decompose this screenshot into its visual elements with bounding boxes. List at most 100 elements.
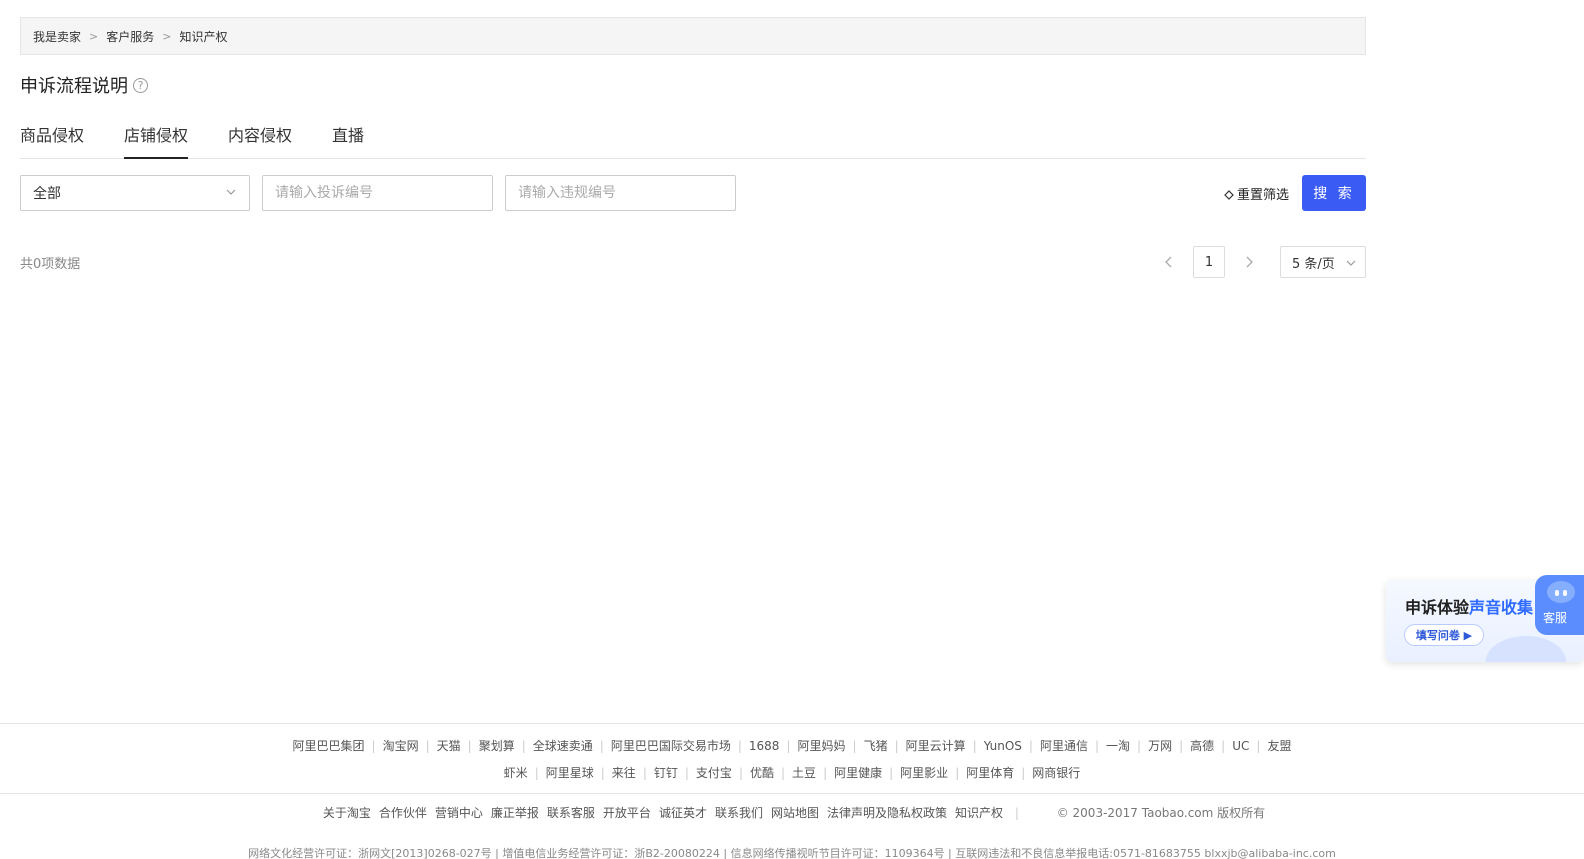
chevron-right-icon[interactable] — [1240, 252, 1258, 272]
footer-separator: | — [371, 739, 376, 753]
footer-separator: | — [534, 766, 539, 780]
tab-product-infringement[interactable]: 商品侵权 — [20, 118, 84, 159]
tab-bar: 商品侵权 店铺侵权 内容侵权 直播 — [20, 118, 1366, 159]
footer-separator: | — [738, 766, 743, 780]
tab-live-stream[interactable]: 直播 — [332, 118, 364, 159]
footer-link[interactable]: 淘宝网 — [383, 739, 419, 753]
chevron-down-icon — [226, 189, 236, 195]
footer-separator: | — [1028, 739, 1033, 753]
help-icon[interactable]: ? — [133, 77, 148, 93]
footer-link[interactable]: 阿里星球 — [546, 766, 594, 780]
footer-divider — [0, 723, 1584, 724]
breadcrumb-separator-icon: > — [162, 29, 172, 43]
footer-separator: | — [467, 739, 472, 753]
footer-link[interactable]: 阿里通信 — [1040, 739, 1088, 753]
footer-link[interactable]: 网商银行 — [1032, 766, 1080, 780]
customer-service-label: 客服 — [1543, 611, 1568, 625]
footer-link[interactable]: 关于淘宝 — [323, 806, 371, 820]
footer-link[interactable]: 阿里云计算 — [906, 739, 966, 753]
footer-link[interactable]: 1688 — [749, 739, 780, 753]
footer-link[interactable]: 虾米 — [504, 766, 528, 780]
type-select-value: 全部 — [33, 186, 61, 202]
footer-link[interactable]: 万网 — [1148, 739, 1172, 753]
robot-eye-icon — [1555, 590, 1559, 596]
footer-separator: | — [737, 739, 742, 753]
footer-separator: | — [684, 766, 689, 780]
fill-survey-button[interactable]: 填写问卷 ▶ — [1404, 624, 1484, 646]
copyright-text: © 2003-2017 Taobao.com 版权所有 — [1056, 806, 1266, 820]
footer-link[interactable]: 联系我们 — [715, 806, 763, 820]
footer-link[interactable]: 支付宝 — [696, 766, 732, 780]
footer-separator: | — [1256, 739, 1261, 753]
footer-link[interactable]: 阿里巴巴集团 — [293, 739, 365, 753]
footer-separator: | — [894, 739, 899, 753]
footer-link[interactable]: 阿里影业 — [900, 766, 948, 780]
footer-link[interactable]: 廉正举报 — [491, 806, 539, 820]
promo-title-prefix: 申诉体验 — [1405, 598, 1470, 617]
complaint-number-input[interactable] — [262, 175, 493, 211]
robot-face-icon — [1547, 581, 1575, 603]
footer-link[interactable]: 一淘 — [1106, 739, 1130, 753]
footer-separator: | — [889, 766, 894, 780]
footer-link[interactable]: UC — [1232, 739, 1249, 753]
violation-number-input[interactable] — [505, 175, 736, 211]
decorative-blob — [1486, 636, 1566, 662]
footer-link[interactable]: 阿里妈妈 — [798, 739, 846, 753]
total-count: 共0项数据 — [20, 257, 81, 272]
footer-link[interactable]: 合作伙伴 — [379, 806, 427, 820]
footer-about-row: 关于淘宝 合作伙伴 营销中心 廉正举报 联系客服 开放平台 诚征英才 联系我们 网站地图 法律声明… — [0, 804, 1584, 821]
footer-link[interactable]: 知识产权 — [955, 806, 1003, 820]
footer-link[interactable]: 优酷 — [750, 766, 774, 780]
reset-filter-label: 重置筛选 — [1237, 188, 1290, 203]
footer-link[interactable]: 天猫 — [437, 739, 461, 753]
chevron-left-icon[interactable] — [1160, 252, 1178, 272]
footer-link[interactable]: 阿里巴巴国际交易市场 — [611, 739, 731, 753]
type-select[interactable]: 全部 — [20, 175, 250, 211]
footer-link[interactable]: 法律声明及隐私权政策 — [827, 806, 947, 820]
page-title: 申诉流程说明 ? — [20, 72, 148, 98]
footer-link[interactable]: 营销中心 — [435, 806, 483, 820]
footer-sites-row-2: 虾米 | 阿里星球 | 来往 | 钉钉 | 支付宝 | 优酷 | 土豆 | 阿里健康 | 阿里影业 | 阿里体育 | 网… — [0, 764, 1584, 781]
footer-link[interactable]: 来往 — [612, 766, 636, 780]
footer-link[interactable]: 诚征英才 — [659, 806, 707, 820]
page-size-value: 5 条/页 — [1292, 256, 1335, 272]
footer-link[interactable]: 阿里体育 — [966, 766, 1014, 780]
footer-link[interactable]: 联系客服 — [547, 806, 595, 820]
footer-link[interactable]: 全球速卖通 — [533, 739, 593, 753]
robot-eye-icon — [1563, 590, 1567, 596]
page-size-select[interactable]: 5 条/页 — [1280, 246, 1366, 278]
footer-separator: | — [425, 739, 430, 753]
footer-separator: | — [1137, 739, 1142, 753]
footer-separator: | — [955, 766, 960, 780]
footer-link[interactable]: 高德 — [1190, 739, 1214, 753]
footer-separator: | — [521, 739, 526, 753]
page-number-button[interactable]: 1 — [1193, 246, 1225, 278]
footer-link[interactable]: 飞猪 — [864, 739, 888, 753]
breadcrumb-item-seller[interactable]: 我是卖家 — [33, 28, 81, 45]
breadcrumb: 我是卖家 > 客户服务 > 知识产权 — [20, 17, 1366, 55]
breadcrumb-item-customer-service[interactable]: 客户服务 — [106, 28, 154, 45]
footer-link[interactable]: 聚划算 — [479, 739, 515, 753]
breadcrumb-separator-icon: > — [89, 29, 99, 43]
license-info: 网络文化经营许可证：浙网文[2013]0268-027号 | 增值电信业务经营许… — [248, 847, 1336, 859]
footer-link[interactable]: 开放平台 — [603, 806, 651, 820]
reset-filter-button[interactable]: 重置筛选 — [1223, 184, 1289, 203]
customer-service-badge[interactable]: 客服 — [1535, 575, 1584, 635]
footer-link[interactable]: 网站地图 — [771, 806, 819, 820]
footer-link[interactable]: 友盟 — [1267, 739, 1291, 753]
footer-separator: | — [823, 766, 828, 780]
footer-link[interactable]: 土豆 — [792, 766, 816, 780]
filter-bar: 全部 重置筛选 搜 索 — [20, 175, 1366, 211]
eraser-icon — [1224, 189, 1234, 200]
footer-link[interactable]: YunOS — [984, 739, 1022, 753]
tab-content-infringement[interactable]: 内容侵权 — [228, 118, 292, 159]
chevron-down-icon — [1346, 260, 1356, 266]
footer-sites-row-1: 阿里巴巴集团 | 淘宝网 | 天猫 | 聚划算 | 全球速卖通 | 阿里巴巴国际交易市场 | 1688 |… — [0, 737, 1584, 754]
tab-store-infringement[interactable]: 店铺侵权 — [124, 118, 189, 159]
footer-link[interactable]: 钉钉 — [654, 766, 678, 780]
footer-separator: | — [781, 766, 786, 780]
search-button[interactable]: 搜 索 — [1302, 175, 1366, 211]
footer-about-links: 关于淘宝 合作伙伴 营销中心 廉正举报 联系客服 开放平台 诚征英才 联系我们 网站地图 法律声明… — [319, 806, 1007, 820]
breadcrumb-item-ip: 知识产权 — [179, 29, 228, 44]
footer-link[interactable]: 阿里健康 — [834, 766, 882, 780]
